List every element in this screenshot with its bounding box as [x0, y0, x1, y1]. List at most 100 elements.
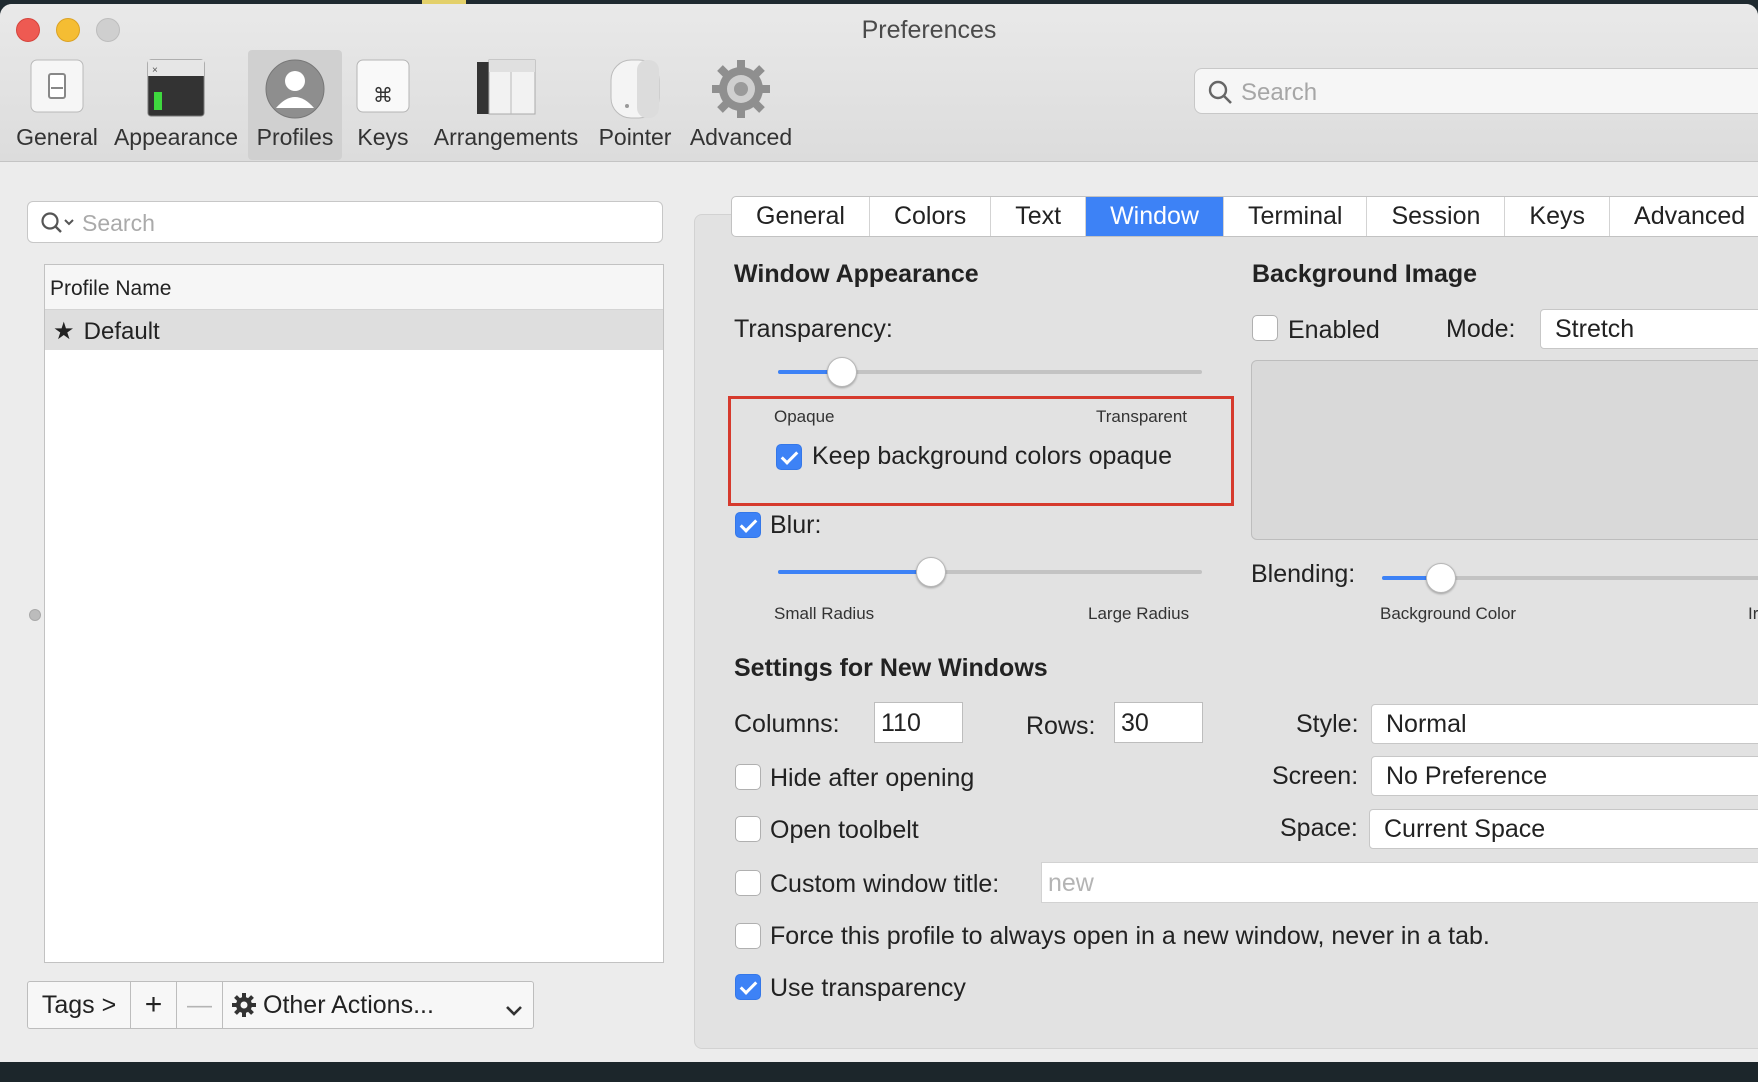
tab-terminal[interactable]: Terminal — [1224, 197, 1368, 236]
hide-after-opening-label: Hide after opening — [770, 764, 975, 792]
profile-actions-bar: Tags > + — Other Actions... — [27, 981, 534, 1029]
toolbar-item-profiles[interactable]: Profiles — [248, 50, 342, 160]
svg-text:⌘: ⌘ — [373, 83, 393, 107]
star-icon: ★ — [53, 318, 75, 345]
toolbar-item-label: Pointer — [598, 124, 672, 150]
open-toolbelt-label: Open toolbelt — [770, 816, 919, 844]
search-icon — [40, 211, 76, 240]
svg-text:×: × — [152, 65, 158, 76]
profile-search-input[interactable]: Search — [27, 201, 663, 243]
mode-select[interactable]: Stretch — [1540, 309, 1758, 349]
profile-list: Profile Name ★ Default — [44, 264, 664, 963]
slider-fill — [778, 570, 931, 574]
tab-session[interactable]: Session — [1367, 197, 1506, 236]
arrangements-icon — [475, 58, 537, 121]
space-select[interactable]: Current Space — [1369, 809, 1758, 849]
screen-label: Screen: — [1272, 762, 1359, 790]
bg-image-enabled-label: Enabled — [1288, 316, 1380, 344]
keep-bg-opaque-label: Keep background colors opaque — [812, 442, 1172, 470]
custom-title-placeholder: new — [1048, 869, 1094, 897]
search-placeholder: Search — [1241, 79, 1318, 106]
add-profile-button[interactable]: + — [131, 982, 177, 1028]
profiles-icon — [264, 58, 326, 125]
table-row[interactable]: ★ Default — [45, 310, 663, 350]
appearance-icon: × — [146, 58, 206, 123]
force-new-window-checkbox[interactable] — [735, 923, 761, 949]
gear-icon — [231, 992, 257, 1018]
open-toolbelt-checkbox[interactable] — [735, 816, 761, 842]
background-color-label: Background Color — [1380, 604, 1517, 623]
rows-input[interactable]: 30 — [1114, 702, 1203, 743]
force-new-window-label: Force this profile to always open in a n… — [770, 922, 1490, 950]
screen-select[interactable]: No Preference — [1371, 756, 1758, 796]
tab-text[interactable]: Text — [991, 197, 1087, 236]
bg-image-enabled-checkbox[interactable] — [1252, 315, 1278, 341]
small-radius-label: Small Radius — [774, 604, 875, 623]
search-placeholder: Search — [82, 210, 155, 236]
tab-general[interactable]: General — [732, 197, 870, 236]
blur-checkbox[interactable] — [735, 512, 761, 538]
style-select[interactable]: Normal — [1371, 704, 1758, 744]
background-image-heading: Background Image — [1252, 260, 1478, 288]
column-header-profile-name[interactable]: Profile Name — [45, 265, 663, 310]
tab-window[interactable]: Window — [1086, 197, 1224, 236]
background-image-well[interactable] — [1251, 360, 1758, 540]
custom-title-checkbox[interactable] — [735, 870, 761, 896]
search-icon — [1207, 79, 1233, 110]
slider-knob[interactable] — [826, 357, 857, 387]
toolbar-item-appearance[interactable]: × Appearance — [108, 50, 244, 160]
other-actions-label: Other Actions... — [263, 990, 434, 1019]
toolbar: Preferences General × Appearance Profile… — [0, 4, 1758, 162]
toolbar-item-arrangements[interactable]: Arrangements — [428, 50, 584, 160]
opaque-label: Opaque — [774, 407, 835, 426]
toolbar-item-label: Keys — [357, 124, 409, 150]
style-label: Style: — [1296, 710, 1359, 738]
custom-title-label: Custom window title: — [770, 870, 1000, 898]
transparency-slider[interactable] — [778, 357, 1202, 387]
mouse-icon — [605, 58, 665, 125]
blending-slider[interactable] — [1382, 563, 1758, 593]
tags-button[interactable]: Tags > — [28, 982, 131, 1028]
remove-profile-button[interactable]: — — [177, 982, 223, 1028]
custom-title-input[interactable]: new — [1041, 862, 1758, 903]
use-transparency-label: Use transparency — [770, 974, 966, 1002]
toolbar-item-label: Profiles — [256, 124, 334, 150]
use-transparency-checkbox[interactable] — [735, 974, 761, 1000]
pane-splitter-handle[interactable] — [29, 609, 41, 621]
blur-label: Blur: — [770, 511, 822, 539]
columns-label: Columns: — [734, 710, 840, 738]
rows-label: Rows: — [1026, 712, 1096, 740]
slider-knob[interactable] — [915, 557, 946, 587]
image-label: Ir — [1748, 604, 1758, 623]
keep-bg-opaque-checkbox[interactable] — [776, 444, 802, 470]
window-appearance-heading: Window Appearance — [734, 260, 979, 288]
blur-slider[interactable] — [778, 557, 1202, 587]
large-radius-label: Large Radius — [1088, 604, 1190, 623]
mode-label: Mode: — [1446, 315, 1516, 343]
toolbar-item-general[interactable]: General — [10, 50, 104, 160]
profile-name: Default — [83, 318, 160, 345]
new-windows-heading: Settings for New Windows — [734, 654, 1048, 682]
space-label: Space: — [1280, 814, 1358, 842]
other-actions-menu[interactable]: Other Actions... — [223, 982, 533, 1028]
tab-advanced[interactable]: Advanced — [1610, 197, 1758, 236]
slider-knob[interactable] — [1425, 563, 1456, 593]
chevron-down-icon — [505, 996, 523, 1025]
tab-keys[interactable]: Keys — [1505, 197, 1611, 236]
window-title: Preferences — [861, 16, 997, 44]
toolbar-item-pointer[interactable]: Pointer — [594, 50, 676, 160]
toolbar-item-advanced[interactable]: Advanced — [686, 50, 796, 160]
columns-input[interactable]: 110 — [874, 702, 963, 743]
toolbar-item-label: Advanced — [689, 124, 793, 150]
gear-icon — [710, 58, 772, 125]
preferences-window: Preferences General × Appearance Profile… — [0, 4, 1758, 1062]
blending-label: Blending: — [1251, 560, 1356, 588]
command-key-icon: ⌘ — [355, 58, 411, 119]
general-icon — [29, 58, 85, 119]
transparent-label: Transparent — [1096, 407, 1188, 426]
toolbar-item-keys[interactable]: ⌘ Keys — [350, 50, 416, 160]
tab-colors[interactable]: Colors — [870, 197, 992, 236]
preferences-search-input[interactable]: Search — [1194, 68, 1758, 114]
transparency-label: Transparency: — [734, 315, 893, 343]
hide-after-opening-checkbox[interactable] — [735, 764, 761, 790]
